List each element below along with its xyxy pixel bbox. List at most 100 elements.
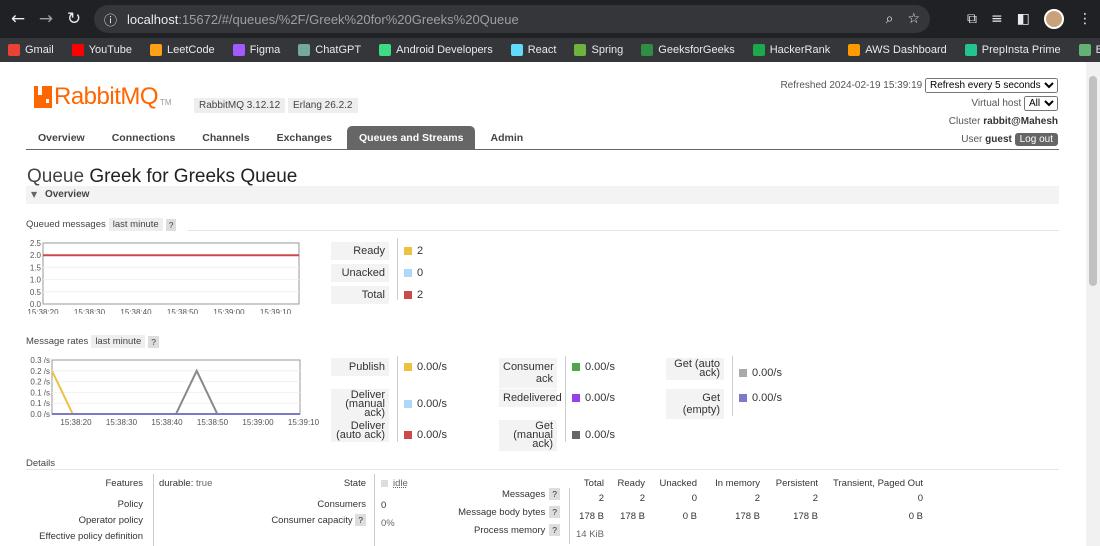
stats-cell: 0 B <box>908 511 923 522</box>
rates-range-chip[interactable]: last minute <box>91 335 146 348</box>
legend-swatch <box>572 394 580 402</box>
bookmark-spring[interactable]: Spring <box>574 44 623 56</box>
legend-swatch <box>404 291 412 299</box>
side-panel-icon[interactable]: ◧ <box>1017 11 1030 27</box>
plot-area <box>42 242 300 305</box>
queued-legend-label: Ready <box>331 242 389 260</box>
extensions-icon[interactable]: ⧉ <box>967 11 977 27</box>
details-label: Details <box>26 458 56 469</box>
legend-separator <box>397 356 398 442</box>
page-scrollbar[interactable] <box>1086 62 1100 546</box>
y-tick-label: 1.0 <box>30 276 42 285</box>
effective-policy-label: Effective policy definition <box>39 531 143 542</box>
site-info-icon[interactable]: ⓘ <box>104 10 117 29</box>
menu-icon[interactable]: ⋮ <box>1078 11 1092 27</box>
scrollbar-thumb[interactable] <box>1089 76 1097 286</box>
stats-header: Persistent <box>775 478 818 489</box>
x-tick-label: 15:38:40 <box>151 418 183 427</box>
tab-connections[interactable]: Connections <box>100 126 188 150</box>
queued-legend-value: 2 <box>404 245 423 257</box>
rabbit-logo-icon <box>34 86 52 108</box>
address-bar[interactable]: ⓘ localhost:15672/#/queues/%2F/Greek%20f… <box>94 5 930 33</box>
help-button[interactable]: ? <box>549 524 560 536</box>
bookmark-label: LeetCode <box>166 44 215 56</box>
stats-cell: 178 B <box>793 511 818 522</box>
legend-swatch <box>404 400 412 408</box>
page-content: RabbitMQ TM RabbitMQ 3.12.12 Erlang 26.2… <box>0 62 1086 546</box>
rates-col2-legend-label: Consumer ack <box>499 358 557 388</box>
media-icon[interactable]: ≡ <box>991 11 1003 27</box>
tab-channels[interactable]: Channels <box>190 126 261 150</box>
bookmark-android-developers[interactable]: Android Developers <box>379 44 493 56</box>
rates-col1-legend-label: Deliver (manual ack) <box>331 389 389 420</box>
x-tick-label: 15:39:00 <box>242 418 274 427</box>
bookmark-chatgpt[interactable]: ChatGPT <box>298 44 361 56</box>
rates-col1-legend-value: 0.00/s <box>404 361 447 373</box>
queue-prefix: Queue <box>27 166 85 187</box>
y-tick-label: 1.5 <box>30 263 42 272</box>
bookmark-react[interactable]: React <box>510 44 557 56</box>
stats-row-label: Process memory? <box>420 524 560 536</box>
bookmark-geeksforgeeks[interactable]: GeeksforGeeks <box>641 44 735 56</box>
virtual-host-select[interactable]: All <box>1024 96 1058 111</box>
bookmark-star-icon[interactable]: ☆ <box>907 11 920 27</box>
bookmark-favicon-icon <box>149 44 162 56</box>
queued-range-chip[interactable]: last minute <box>108 218 163 231</box>
legend-swatch <box>404 431 412 439</box>
rates-col2-legend-label: Redelivered <box>499 389 562 407</box>
stats-cell: 0 <box>917 493 923 504</box>
bookmark-figma[interactable]: Figma <box>232 44 280 56</box>
rates-col3-legend-value: 0.00/s <box>739 392 782 404</box>
consumer-capacity-label: Consumer capacity ? <box>240 514 366 526</box>
rabbitmq-logo[interactable]: RabbitMQ TM <box>34 83 172 111</box>
bookmark-gmail[interactable]: Gmail <box>8 44 54 56</box>
x-tick-label: 15:39:00 <box>213 308 245 314</box>
policy-label: Policy <box>117 499 143 510</box>
profile-avatar[interactable] <box>1044 9 1064 29</box>
legend-separator <box>397 238 398 300</box>
bookmark-favicon-icon <box>641 44 654 56</box>
y-tick-label: 2.5 <box>30 239 42 248</box>
bookmark-label: Baeldung <box>1095 44 1100 56</box>
tab-queues-and-streams[interactable]: Queues and Streams <box>347 126 476 150</box>
message-rates-header: Message rates last minute ? <box>26 335 159 348</box>
tab-overview[interactable]: Overview <box>26 126 97 150</box>
details-separator <box>153 474 154 546</box>
bookmark-favicon-icon <box>1078 44 1091 56</box>
zoom-icon[interactable]: ⌕ <box>886 11 894 27</box>
bookmark-favicon-icon <box>71 44 84 56</box>
plot-area <box>51 359 301 415</box>
virtual-host-label: Virtual host <box>971 98 1022 109</box>
tab-exchanges[interactable]: Exchanges <box>265 126 344 150</box>
queued-help-button[interactable]: ? <box>165 218 177 231</box>
bookmark-youtube[interactable]: YouTube <box>71 44 132 56</box>
bookmark-prepinsta-prime[interactable]: PrepInsta Prime <box>964 44 1061 56</box>
rates-help-button[interactable]: ? <box>148 335 159 348</box>
legend-swatch <box>572 363 580 371</box>
bookmark-label: React <box>527 44 557 56</box>
queued-legend-label: Unacked <box>331 264 389 282</box>
reload-icon[interactable]: ↻ <box>60 5 88 33</box>
bookmark-aws-dashboard[interactable]: AWS Dashboard <box>848 44 947 56</box>
legend-swatch <box>572 431 580 439</box>
y-tick-label: 2.0 <box>30 251 42 260</box>
bookmark-favicon-icon <box>574 44 587 56</box>
collapse-triangle-icon: ▼ <box>31 190 38 199</box>
tab-admin[interactable]: Admin <box>478 126 535 150</box>
stats-separator <box>569 488 570 544</box>
refresh-select[interactable]: Refresh every 5 seconds <box>925 78 1058 93</box>
rates-col3-legend-label: Get (auto ack) <box>666 358 724 380</box>
overview-section-header[interactable]: ▼ Overview <box>26 186 1059 204</box>
consumers-label: Consumers <box>317 499 366 510</box>
bookmark-baeldung[interactable]: Baeldung <box>1078 44 1100 56</box>
bookmark-hackerrank[interactable]: HackerRank <box>752 44 830 56</box>
y-tick-label: 0.0 /s <box>30 410 50 419</box>
queued-messages-chart: 0.00.51.01.52.02.515:38:20 15:38:30 15:38:… <box>27 239 300 314</box>
rates-col1-legend-value: 0.00/s <box>404 398 447 410</box>
back-icon[interactable]: ← <box>4 5 32 33</box>
forward-icon[interactable]: → <box>32 5 60 33</box>
url-text[interactable]: localhost:15672/#/queues/%2F/Greek%20for… <box>127 12 519 27</box>
bookmark-leetcode[interactable]: LeetCode <box>149 44 215 56</box>
queued-legend-label: Total <box>331 286 389 304</box>
rates-col3-legend-value: 0.00/s <box>739 367 782 379</box>
